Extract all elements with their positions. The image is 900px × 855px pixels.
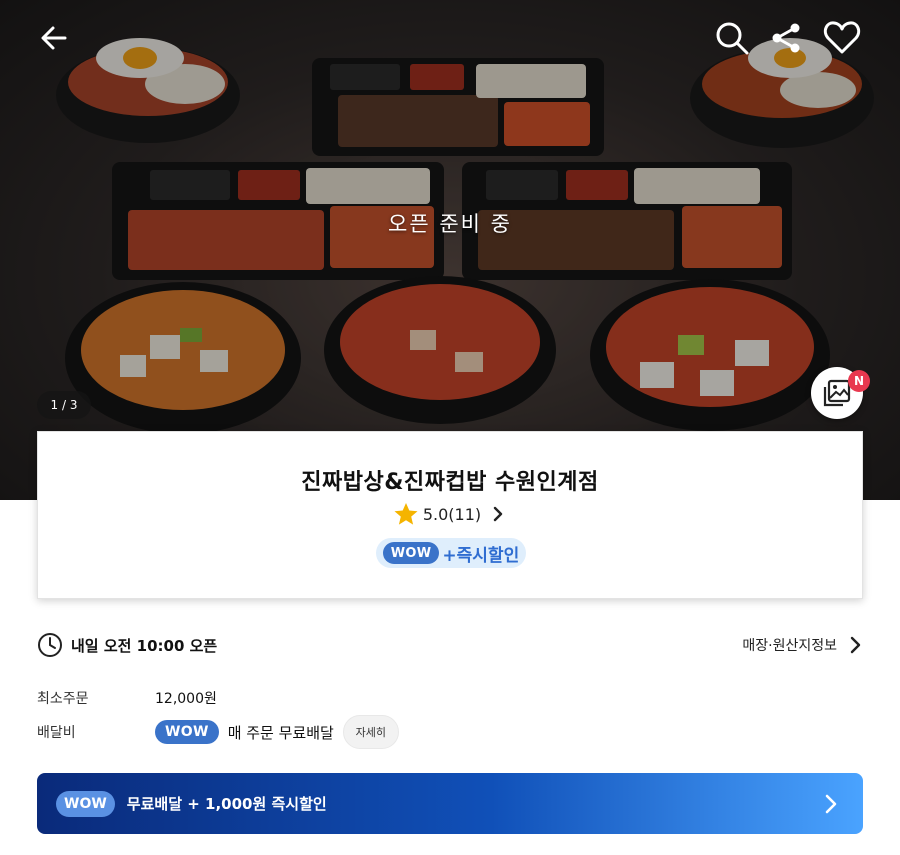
promo-text: +즉시할인 [442,545,520,566]
chevron-right-icon [493,506,503,522]
chevron-right-icon [825,794,837,814]
open-time-row: 내일 오전 10:00 오픈 매장·원산지정보 [37,630,863,660]
share-icon[interactable] [764,16,808,60]
banner-text: 무료배달 + 1,000원 즉시할인 [126,795,327,813]
search-icon[interactable] [710,16,754,60]
hero-image[interactable]: 오픈 준비 중 [0,0,900,500]
store-info-label: 매장·원산지정보 [742,638,837,654]
wow-badge: WOW [382,542,440,564]
rating-row[interactable]: 5.0(11) [38,502,862,526]
image-counter: 1 / 3 [37,391,91,419]
store-status-label: 오픈 준비 중 [388,212,512,236]
clock-icon [38,633,62,657]
banner-wow-badge: WOW [56,790,115,817]
promo-pill: WOW +즉시할인 [376,538,526,568]
rating-value: 5.0(11) [422,504,482,524]
delivery-fee-text: 매 주문 무료배달 [227,723,334,742]
back-arrow-icon[interactable] [32,16,76,60]
star-icon [394,503,418,525]
hero-dim-overlay [0,0,900,500]
store-card: 진짜밥상&진짜컵밥 수원인계점 5.0(11) WOW +즉시할인 [37,431,863,599]
delivery-fee-row: WOW 매 주문 무료배달 자세히 [155,715,399,749]
store-info-link[interactable]: 매장·원산지정보 [742,630,863,660]
new-badge: N [848,370,870,392]
store-name: 진짜밥상&진짜컵밥 수원인계점 [301,470,599,495]
heart-icon[interactable] [820,16,864,60]
detail-button[interactable]: 자세히 [342,715,399,749]
wow-promo-banner[interactable]: WOW 무료배달 + 1,000원 즉시할인 [37,773,863,834]
open-time-text: 내일 오전 10:00 오픈 [71,636,218,655]
min-order-label: 최소주문 [37,691,89,707]
delivery-wow-badge: WOW [155,720,219,744]
delivery-fee-label: 배달비 [37,725,76,741]
min-order-value: 12,000원 [155,691,217,707]
chevron-right-icon [850,636,861,654]
gallery-icon [823,379,851,407]
